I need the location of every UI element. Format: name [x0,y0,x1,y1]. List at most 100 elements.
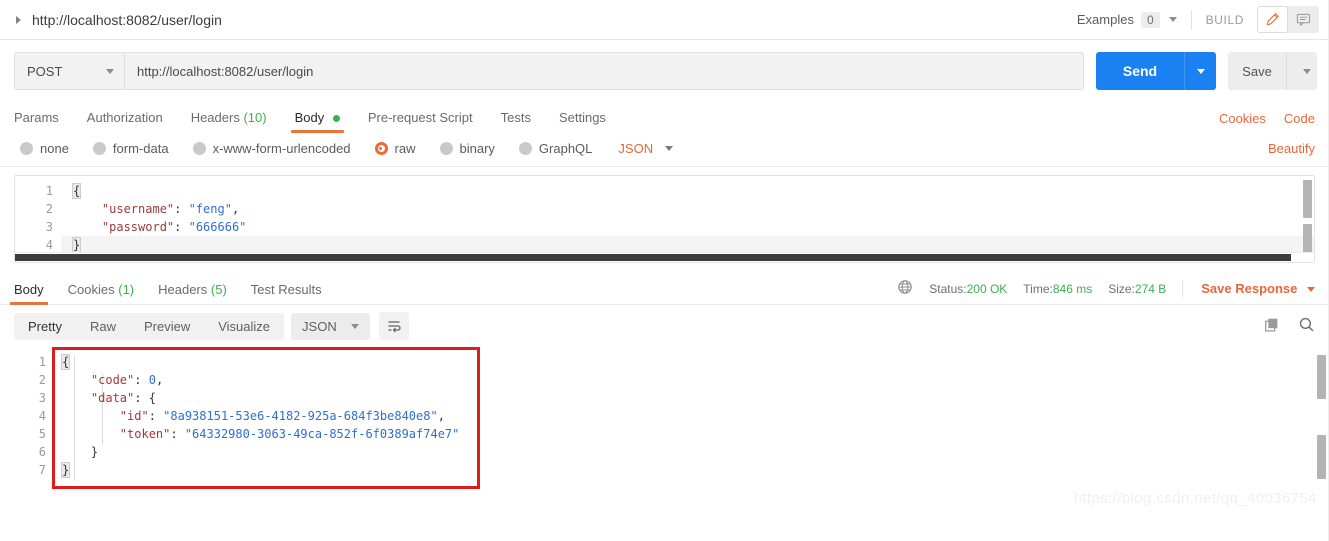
examples-chevron-down-icon[interactable] [1168,17,1177,22]
status-badge: 200 OK [966,281,1008,296]
view-mode-toggle-group [1257,6,1319,33]
tab-settings-label: Settings [558,110,606,125]
response-tab-headers[interactable]: Headers (5) [158,282,227,304]
status-label: Status: [929,281,967,296]
size-value: 274 B [1134,281,1167,296]
save-response-button[interactable]: Save Response [1201,281,1315,296]
body-type-graphql[interactable]: GraphQL [518,141,592,156]
line-number: 4 [45,238,53,252]
expand-caret-icon[interactable] [14,15,24,25]
word-wrap-icon [388,321,401,333]
response-format-chevron-down-icon [350,323,359,329]
body-type-raw-label: raw [394,141,416,156]
top-bar-actions: Examples 0 BUILD [1077,6,1319,33]
response-format-select[interactable]: JSON [291,312,370,340]
tab-headers[interactable]: Headers (10) [191,110,267,133]
search-icon-button[interactable] [1298,316,1315,336]
response-tab-body[interactable]: Body [10,282,48,305]
response-tab-test-results[interactable]: Test Results [251,282,322,304]
view-mode-visualize[interactable]: Visualize [204,313,284,340]
response-tab-bar: Body Cookies (1) Headers (5) Test Result… [0,274,1329,305]
response-gutter: 1 2 3 4 5 6 7 [22,353,46,479]
request-body-editor[interactable]: 1 2 3 4 { "username": "feng", "password"… [14,175,1315,263]
tab-settings[interactable]: Settings [559,110,606,133]
json-close-brace: } [71,237,82,253]
http-method-select[interactable]: POST [14,52,124,90]
response-tab-headers-count: (5) [210,282,227,297]
method-chevron-down-icon [106,68,114,74]
globe-icon[interactable] [897,279,913,298]
cookies-link[interactable]: Cookies [1219,111,1266,126]
pencil-icon-button[interactable] [1257,6,1288,33]
request-editor-vertical-scrollbar[interactable] [1303,180,1312,218]
http-method-value: POST [27,63,63,79]
request-editor-gutter: 1 2 3 4 [15,182,61,254]
json-value-password: "666666" [188,220,247,234]
response-data-close-brace: } [90,445,99,459]
save-chevron-down-icon [1302,68,1311,74]
radio-icon [518,142,532,155]
tab-body-label: Body [294,110,325,125]
view-mode-pretty[interactable]: Pretty [14,313,76,340]
response-data-open-brace: { [148,391,156,405]
beautify-button[interactable]: Beautify [1268,141,1315,156]
line-number: 2 [45,202,53,216]
body-type-row: none form-data x-www-form-urlencoded raw… [0,133,1329,167]
view-mode-preview[interactable]: Preview [130,313,204,340]
request-url-input[interactable]: http://localhost:8082/user/login [124,52,1084,90]
line-number: 4 [38,409,46,423]
response-format-value: JSON [302,318,337,334]
view-mode-raw[interactable]: Raw [76,313,130,340]
copy-icon-button[interactable] [1263,316,1280,336]
line-number: 1 [45,184,53,198]
request-editor-horizontal-scrollbar-track[interactable] [15,252,1314,262]
body-type-raw[interactable]: raw [374,141,416,156]
response-view-mode-group: Pretty Raw Preview Visualize [14,312,285,340]
response-vertical-scrollbar-upper[interactable] [1317,355,1326,399]
build-label: BUILD [1205,12,1244,27]
tab-pre-request-script[interactable]: Pre-request Script [368,110,473,133]
response-open-brace: { [60,354,71,370]
request-tab-links: Cookies Code [1201,111,1315,133]
tab-body[interactable]: Body [290,110,345,133]
tab-tests[interactable]: Tests [501,110,531,133]
request-editor-horizontal-scrollbar-thumb[interactable] [15,254,1291,261]
response-key-code: "code" [90,373,135,387]
body-type-form-data[interactable]: form-data [92,141,169,156]
time-label: Time: [1023,281,1053,296]
send-button[interactable]: Send [1096,52,1184,90]
response-toolbar-actions [1263,316,1315,336]
word-wrap-button[interactable] [378,312,409,340]
body-type-x-www-form-urlencoded[interactable]: x-www-form-urlencoded [192,141,351,156]
response-key-data: "data" [90,391,135,405]
pencil-icon [1266,13,1279,26]
response-value-token: "64332980-3063-49ca-852f-6f0389af74e7" [184,427,460,441]
request-body-code: { "username": "feng", "password": "66666… [71,183,247,253]
tab-pre-request-script-label: Pre-request Script [367,110,473,125]
response-body-viewer[interactable]: 1 2 3 4 5 6 7 { "code": 0, "data": { "id… [0,347,1329,513]
response-tab-body-label: Body [14,282,44,297]
line-number: 1 [38,355,46,369]
body-type-none[interactable]: none [20,141,69,156]
save-options-button[interactable] [1286,52,1317,90]
divider [1182,280,1184,297]
tab-params[interactable]: Params [14,110,59,133]
comment-icon [1296,13,1311,27]
tab-authorization[interactable]: Authorization [87,110,163,133]
response-vertical-scrollbar-lower[interactable] [1317,435,1326,479]
body-format-select[interactable]: JSON [618,141,674,156]
send-options-button[interactable] [1184,52,1216,90]
response-tab-cookies[interactable]: Cookies (1) [68,282,134,304]
save-button[interactable]: Save [1228,52,1286,90]
body-type-binary[interactable]: binary [439,141,495,156]
code-link[interactable]: Code [1284,111,1315,126]
comment-icon-button[interactable] [1288,6,1319,33]
divider [1190,9,1192,30]
save-response-chevron-down-icon [1307,287,1315,293]
response-value-code: 0 [148,373,156,387]
json-value-username: "feng" [188,202,232,216]
radio-icon [92,142,106,155]
json-open-brace: { [71,183,82,199]
radio-icon [20,142,33,155]
body-format-value: JSON [618,141,654,156]
